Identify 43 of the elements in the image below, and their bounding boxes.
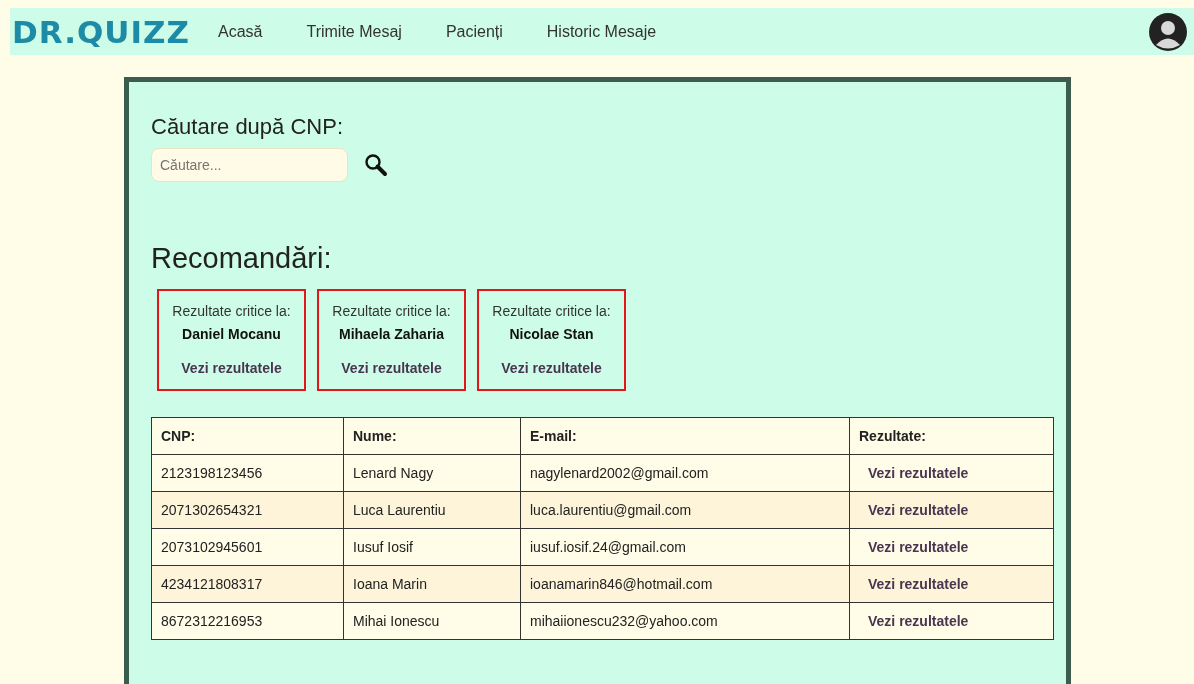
results-link[interactable]: Vezi rezultatele — [868, 576, 969, 592]
nav-link[interactable]: Historic Mesaje — [546, 22, 657, 41]
nav-link[interactable]: Trimite Mesaj — [306, 22, 402, 41]
patient-name: Nicolae Stan — [509, 326, 594, 342]
table-cell: 2123198123456 — [151, 454, 344, 492]
table-cell: 2073102945601 — [151, 528, 344, 566]
table-cell: Mihai Ionescu — [343, 602, 521, 640]
table-cell: ioanamarin846@hotmail.com — [520, 565, 850, 603]
table-cell: luca.laurentiu@gmail.com — [520, 491, 850, 529]
results-link[interactable]: Vezi rezultatele — [868, 539, 969, 555]
table-cell: Lenard Nagy — [343, 454, 521, 492]
column-header: Rezultate: — [849, 417, 1054, 455]
search-label: Căutare după CNP: — [151, 114, 344, 140]
results-link[interactable]: Vezi rezultatele — [868, 502, 969, 518]
table-cell: iusuf.iosif.24@gmail.com — [520, 528, 850, 566]
avatar-icon[interactable] — [1148, 11, 1188, 52]
column-header: E-mail: — [520, 417, 850, 455]
table-cell: Luca Laurentiu — [343, 491, 521, 529]
patient-name: Mihaela Zaharia — [338, 326, 444, 342]
results-link[interactable]: Vezi rezultatele — [868, 465, 969, 481]
table-cell: Ioana Marin — [343, 565, 521, 603]
search-field[interactable]: Căutare... — [151, 148, 348, 182]
card-caption: Rezultate critice la: — [172, 303, 291, 319]
results-link[interactable]: Vezi rezultatele — [868, 613, 969, 629]
logo[interactable]: DR.QUIZZ — [12, 13, 190, 50]
table-cell: mihaiionescu232@yahoo.com — [520, 602, 850, 640]
table-cell: Iusuf Iosif — [343, 528, 521, 566]
patient-name: Daniel Mocanu — [182, 326, 281, 342]
table-cell: 8672312216953 — [151, 602, 344, 640]
table-cell: 2071302654321 — [151, 491, 344, 529]
search-icon[interactable] — [364, 153, 388, 177]
nav-link[interactable]: Pacienți — [445, 22, 503, 41]
card-caption: Rezultate critice la: — [492, 303, 611, 319]
column-header: CNP: — [151, 417, 344, 455]
results-link[interactable]: Vezi rezultatele — [341, 360, 442, 376]
table-cell: 4234121808317 — [151, 565, 344, 603]
results-link[interactable]: Vezi rezultatele — [181, 360, 282, 376]
nav-link[interactable]: Acasă — [218, 22, 263, 41]
card-caption: Rezultate critice la: — [332, 303, 451, 319]
table-cell: nagylenard2002@gmail.com — [520, 454, 850, 492]
section-heading: Recomandări: — [151, 242, 333, 275]
column-header: Nume: — [343, 417, 521, 455]
results-link[interactable]: Vezi rezultatele — [501, 360, 602, 376]
